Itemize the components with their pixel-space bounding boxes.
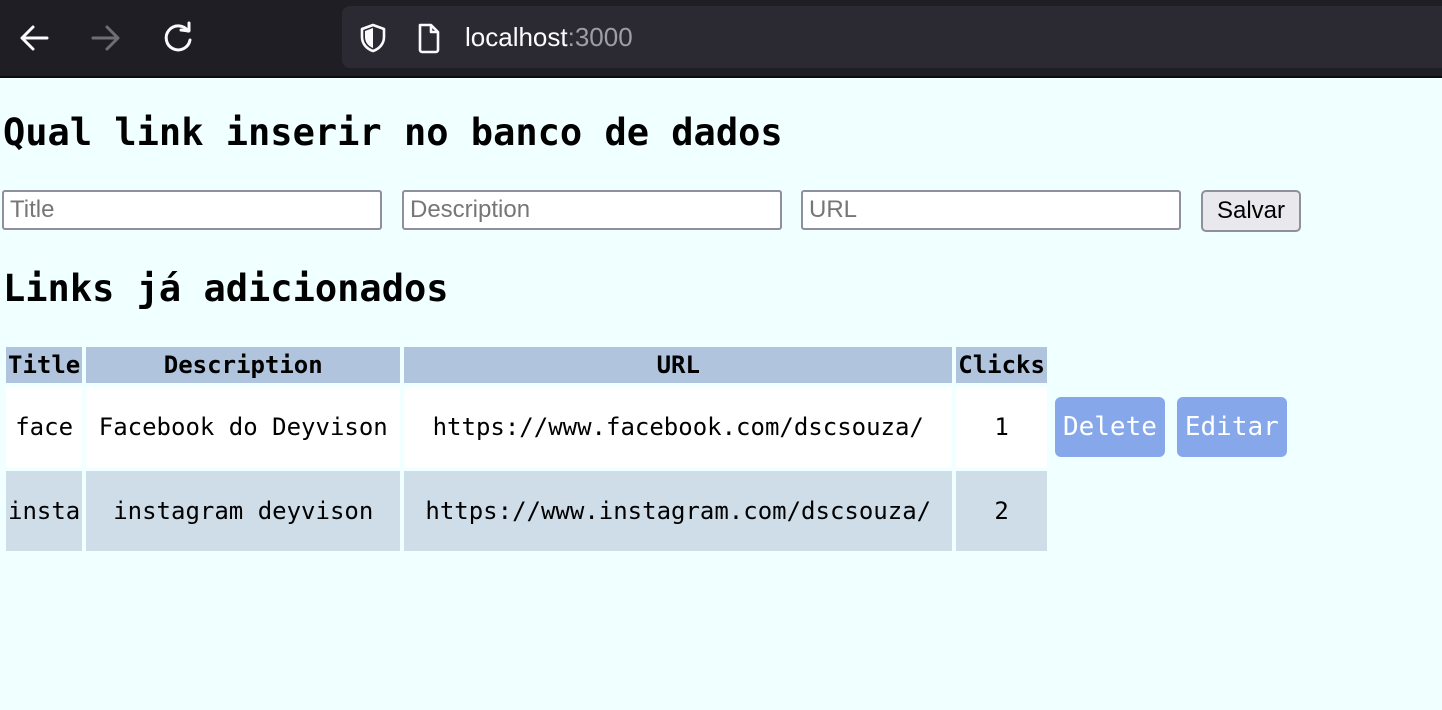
url-text[interactable]: localhost:3000 — [465, 21, 633, 53]
browser-toolbar: localhost:3000 — [0, 0, 1442, 78]
page-icon[interactable] — [416, 22, 442, 54]
url-port: :3000 — [567, 22, 633, 52]
column-header-url: URL — [404, 347, 953, 383]
cell-description: instagram deyvison — [86, 471, 401, 551]
edit-button[interactable]: Editar — [1176, 397, 1287, 457]
cell-title: insta — [6, 471, 83, 551]
shield-icon[interactable] — [358, 22, 388, 54]
reload-icon — [164, 21, 192, 52]
form-heading: Qual link inserir no banco de dados — [3, 111, 783, 154]
description-input[interactable] — [402, 190, 782, 230]
column-header-title: Title — [6, 347, 83, 383]
column-header-clicks: Clicks — [956, 347, 1047, 383]
cell-clicks: 1 — [956, 387, 1047, 467]
column-header-description: Description — [86, 347, 401, 383]
cell-description: Facebook do Deyvison — [86, 387, 401, 467]
back-arrow-icon — [20, 25, 49, 51]
cell-clicks: 2 — [956, 471, 1047, 551]
cell-url: https://www.instagram.com/dscsouza/ — [404, 471, 953, 551]
forward-button[interactable] — [86, 18, 126, 58]
row-actions: Delete Editar — [1051, 387, 1301, 467]
links-table: Title Description URL Clicks face Facebo… — [2, 343, 1305, 555]
cell-title: face — [6, 387, 83, 467]
address-bar[interactable]: localhost:3000 — [342, 6, 1442, 68]
row-actions-empty — [1051, 471, 1301, 551]
url-input[interactable] — [801, 190, 1181, 230]
table-row: face Facebook do Deyvison https://www.fa… — [6, 387, 1301, 467]
table-header-row: Title Description URL Clicks — [6, 347, 1301, 383]
back-button[interactable] — [14, 18, 54, 58]
save-button[interactable]: Salvar — [1201, 190, 1301, 232]
cell-url: https://www.facebook.com/dscsouza/ — [404, 387, 953, 467]
delete-button[interactable]: Delete — [1054, 397, 1165, 457]
title-input[interactable] — [2, 190, 382, 230]
table-row: insta instagram deyvison https://www.ins… — [6, 471, 1301, 551]
url-host: localhost — [465, 22, 568, 52]
forward-arrow-icon — [91, 25, 120, 51]
links-heading: Links já adicionados — [3, 267, 449, 310]
reload-button[interactable] — [158, 18, 198, 58]
